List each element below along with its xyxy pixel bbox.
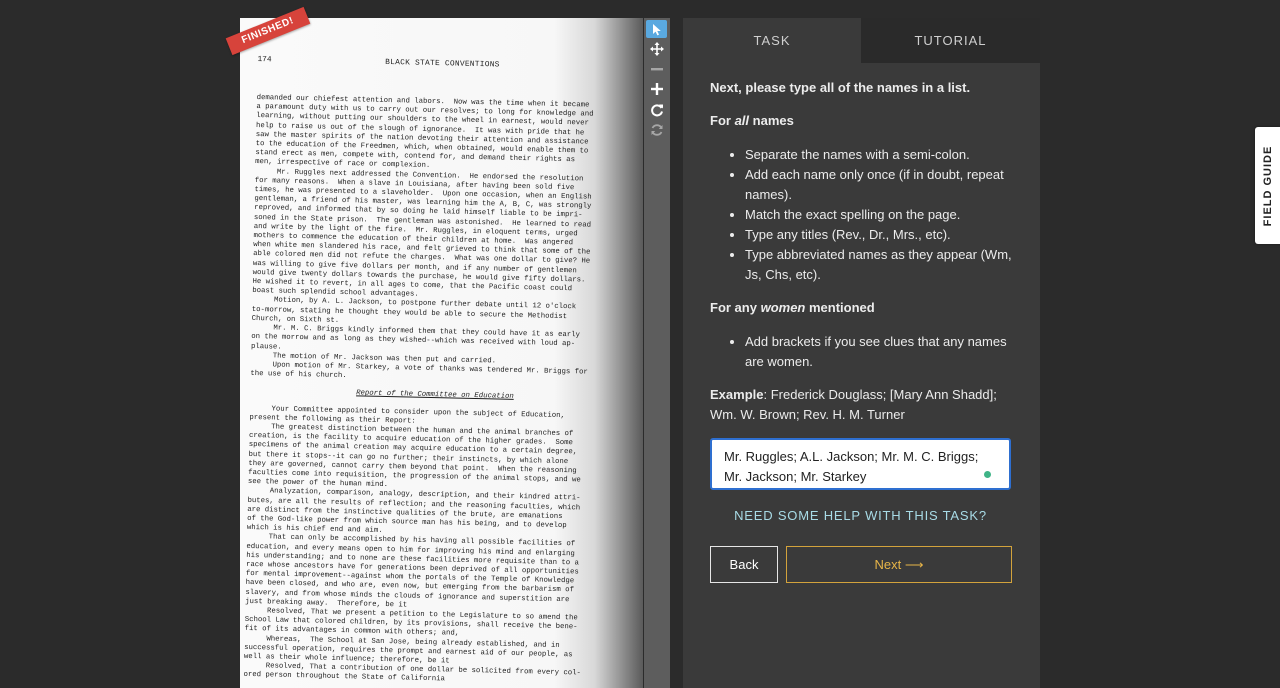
reset-icon xyxy=(651,124,662,136)
tab-task[interactable]: TASK xyxy=(683,18,861,63)
rule-item: Match the exact spelling on the page. xyxy=(745,205,1016,225)
heading-emphasis: all xyxy=(734,113,750,128)
rules-heading-all-names: For all names xyxy=(710,111,1016,131)
rotate-icon xyxy=(650,104,663,117)
running-title: BLACK STATE CONVENTIONS xyxy=(385,59,500,70)
rules-list-women: Add brackets if you see clues that any n… xyxy=(710,332,1016,372)
rules-list-all-names: Separate the names with a semi-colon. Ad… xyxy=(710,145,1016,285)
panel-tabs: TASK TUTORIAL xyxy=(683,18,1040,63)
document-page-image[interactable]: 174 BLACK STATE CONVENTIONS demanded our… xyxy=(240,18,643,688)
move-tool-button[interactable] xyxy=(646,40,667,58)
viewer-toolbar xyxy=(644,18,670,688)
heading-suffix: mentioned xyxy=(805,300,875,315)
field-guide-tab[interactable]: FIELD GUIDE xyxy=(1255,127,1280,244)
rule-item: Type abbreviated names as they appear (W… xyxy=(745,245,1016,285)
example-label: Example xyxy=(710,387,764,402)
example-text: Example: Frederick Douglass; [Mary Ann S… xyxy=(710,385,1016,425)
rule-item: Type any titles (Rev., Dr., Mrs., etc). xyxy=(745,225,1016,245)
move-icon xyxy=(649,42,664,56)
spellcheck-indicator xyxy=(984,471,991,478)
reset-view-button[interactable] xyxy=(646,121,667,139)
rules-heading-women: For any women mentioned xyxy=(710,298,1016,318)
task-instruction: Next, please type all of the names in a … xyxy=(710,80,971,95)
heading-suffix: names xyxy=(749,113,794,128)
back-button[interactable]: Back xyxy=(710,546,778,583)
task-panel: TASK TUTORIAL Next, please type all of t… xyxy=(683,18,1040,688)
zoom-in-icon xyxy=(650,83,663,95)
rule-item: Add brackets if you see clues that any n… xyxy=(745,332,1016,372)
rotate-button[interactable] xyxy=(646,101,667,119)
pointer-tool-button[interactable] xyxy=(646,20,667,38)
heading-prefix: For any xyxy=(710,300,761,315)
heading-emphasis: women xyxy=(760,300,806,315)
pointer-icon xyxy=(652,23,661,35)
zoom-out-icon xyxy=(650,68,663,71)
rule-item: Separate the names with a semi-colon. xyxy=(745,145,1016,165)
rule-item: Add each name only once (if in doubt, re… xyxy=(745,165,1016,205)
help-link[interactable]: NEED SOME HELP WITH THIS TASK? xyxy=(710,508,1011,523)
zoom-in-button[interactable] xyxy=(646,80,667,98)
heading-prefix: For xyxy=(710,113,735,128)
document-viewer[interactable]: 174 BLACK STATE CONVENTIONS demanded our… xyxy=(240,18,643,688)
tab-tutorial[interactable]: TUTORIAL xyxy=(861,18,1040,63)
page-number: 174 xyxy=(257,56,272,65)
names-answer-field[interactable]: Mr. Ruggles; A.L. Jackson; Mr. M. C. Bri… xyxy=(710,438,1011,490)
document-lines: demanded our chiefest attention and labo… xyxy=(243,94,626,688)
zoom-out-button[interactable] xyxy=(646,60,667,78)
document-text: 174 BLACK STATE CONVENTIONS demanded our… xyxy=(243,38,628,688)
page-header: 174 BLACK STATE CONVENTIONS xyxy=(257,56,627,74)
field-guide-label: FIELD GUIDE xyxy=(1261,145,1274,226)
next-button[interactable]: Next ⟶ xyxy=(786,546,1012,583)
task-content: Next, please type all of the names in a … xyxy=(710,78,1016,425)
section-heading: Report of the Committee on Education xyxy=(356,389,514,402)
